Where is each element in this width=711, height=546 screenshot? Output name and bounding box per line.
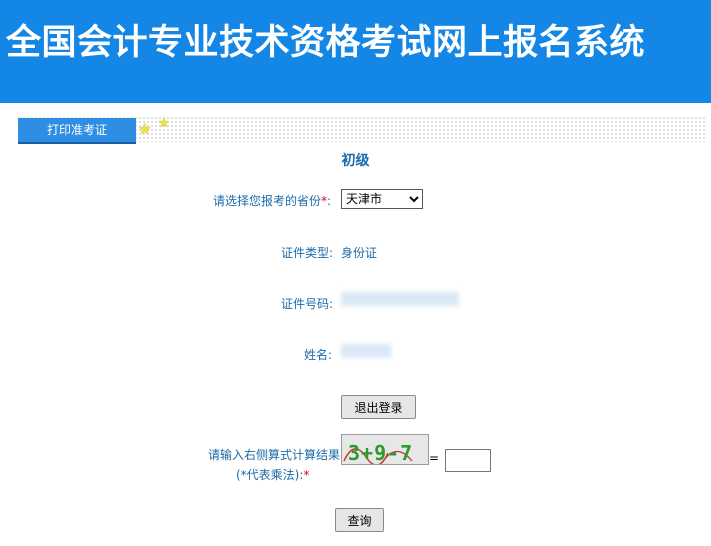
province-label: 请选择您报考的省份*: <box>213 194 332 208</box>
star-icon: ★ <box>158 116 170 131</box>
id-type-value: 身份证 <box>341 246 378 260</box>
captcha-expression: 3+9-7 <box>348 441 414 465</box>
province-select[interactable]: 天津市 <box>341 189 423 209</box>
id-number-value-redacted <box>341 292 459 306</box>
captcha-label: 请输入右侧算式计算结果 <box>208 448 341 462</box>
name-value-redacted <box>341 344 391 358</box>
captcha-label-note: (*代表乘法):* <box>236 468 310 482</box>
captcha-answer-input[interactable] <box>445 449 491 472</box>
tab-print-admission-ticket[interactable]: 打印准考证 <box>18 118 136 142</box>
id-type-label: 证件类型: <box>281 246 334 260</box>
name-label: 姓名: <box>304 348 333 362</box>
header-banner: 全国会计专业技术资格考试网上报名系统 <box>0 0 711 103</box>
equals-sign: = <box>429 451 440 465</box>
id-number-label: 证件号码: <box>281 297 334 311</box>
captcha-image: 3+9-7 <box>341 434 429 465</box>
star-icon: ★ <box>138 120 152 138</box>
required-mark: * <box>303 468 310 482</box>
exam-level-heading: 初级 <box>341 153 370 169</box>
system-title: 全国会计专业技术资格考试网上报名系统 <box>6 23 646 63</box>
query-button[interactable]: 查询 <box>335 508 384 532</box>
logout-button[interactable]: 退出登录 <box>341 395 416 419</box>
